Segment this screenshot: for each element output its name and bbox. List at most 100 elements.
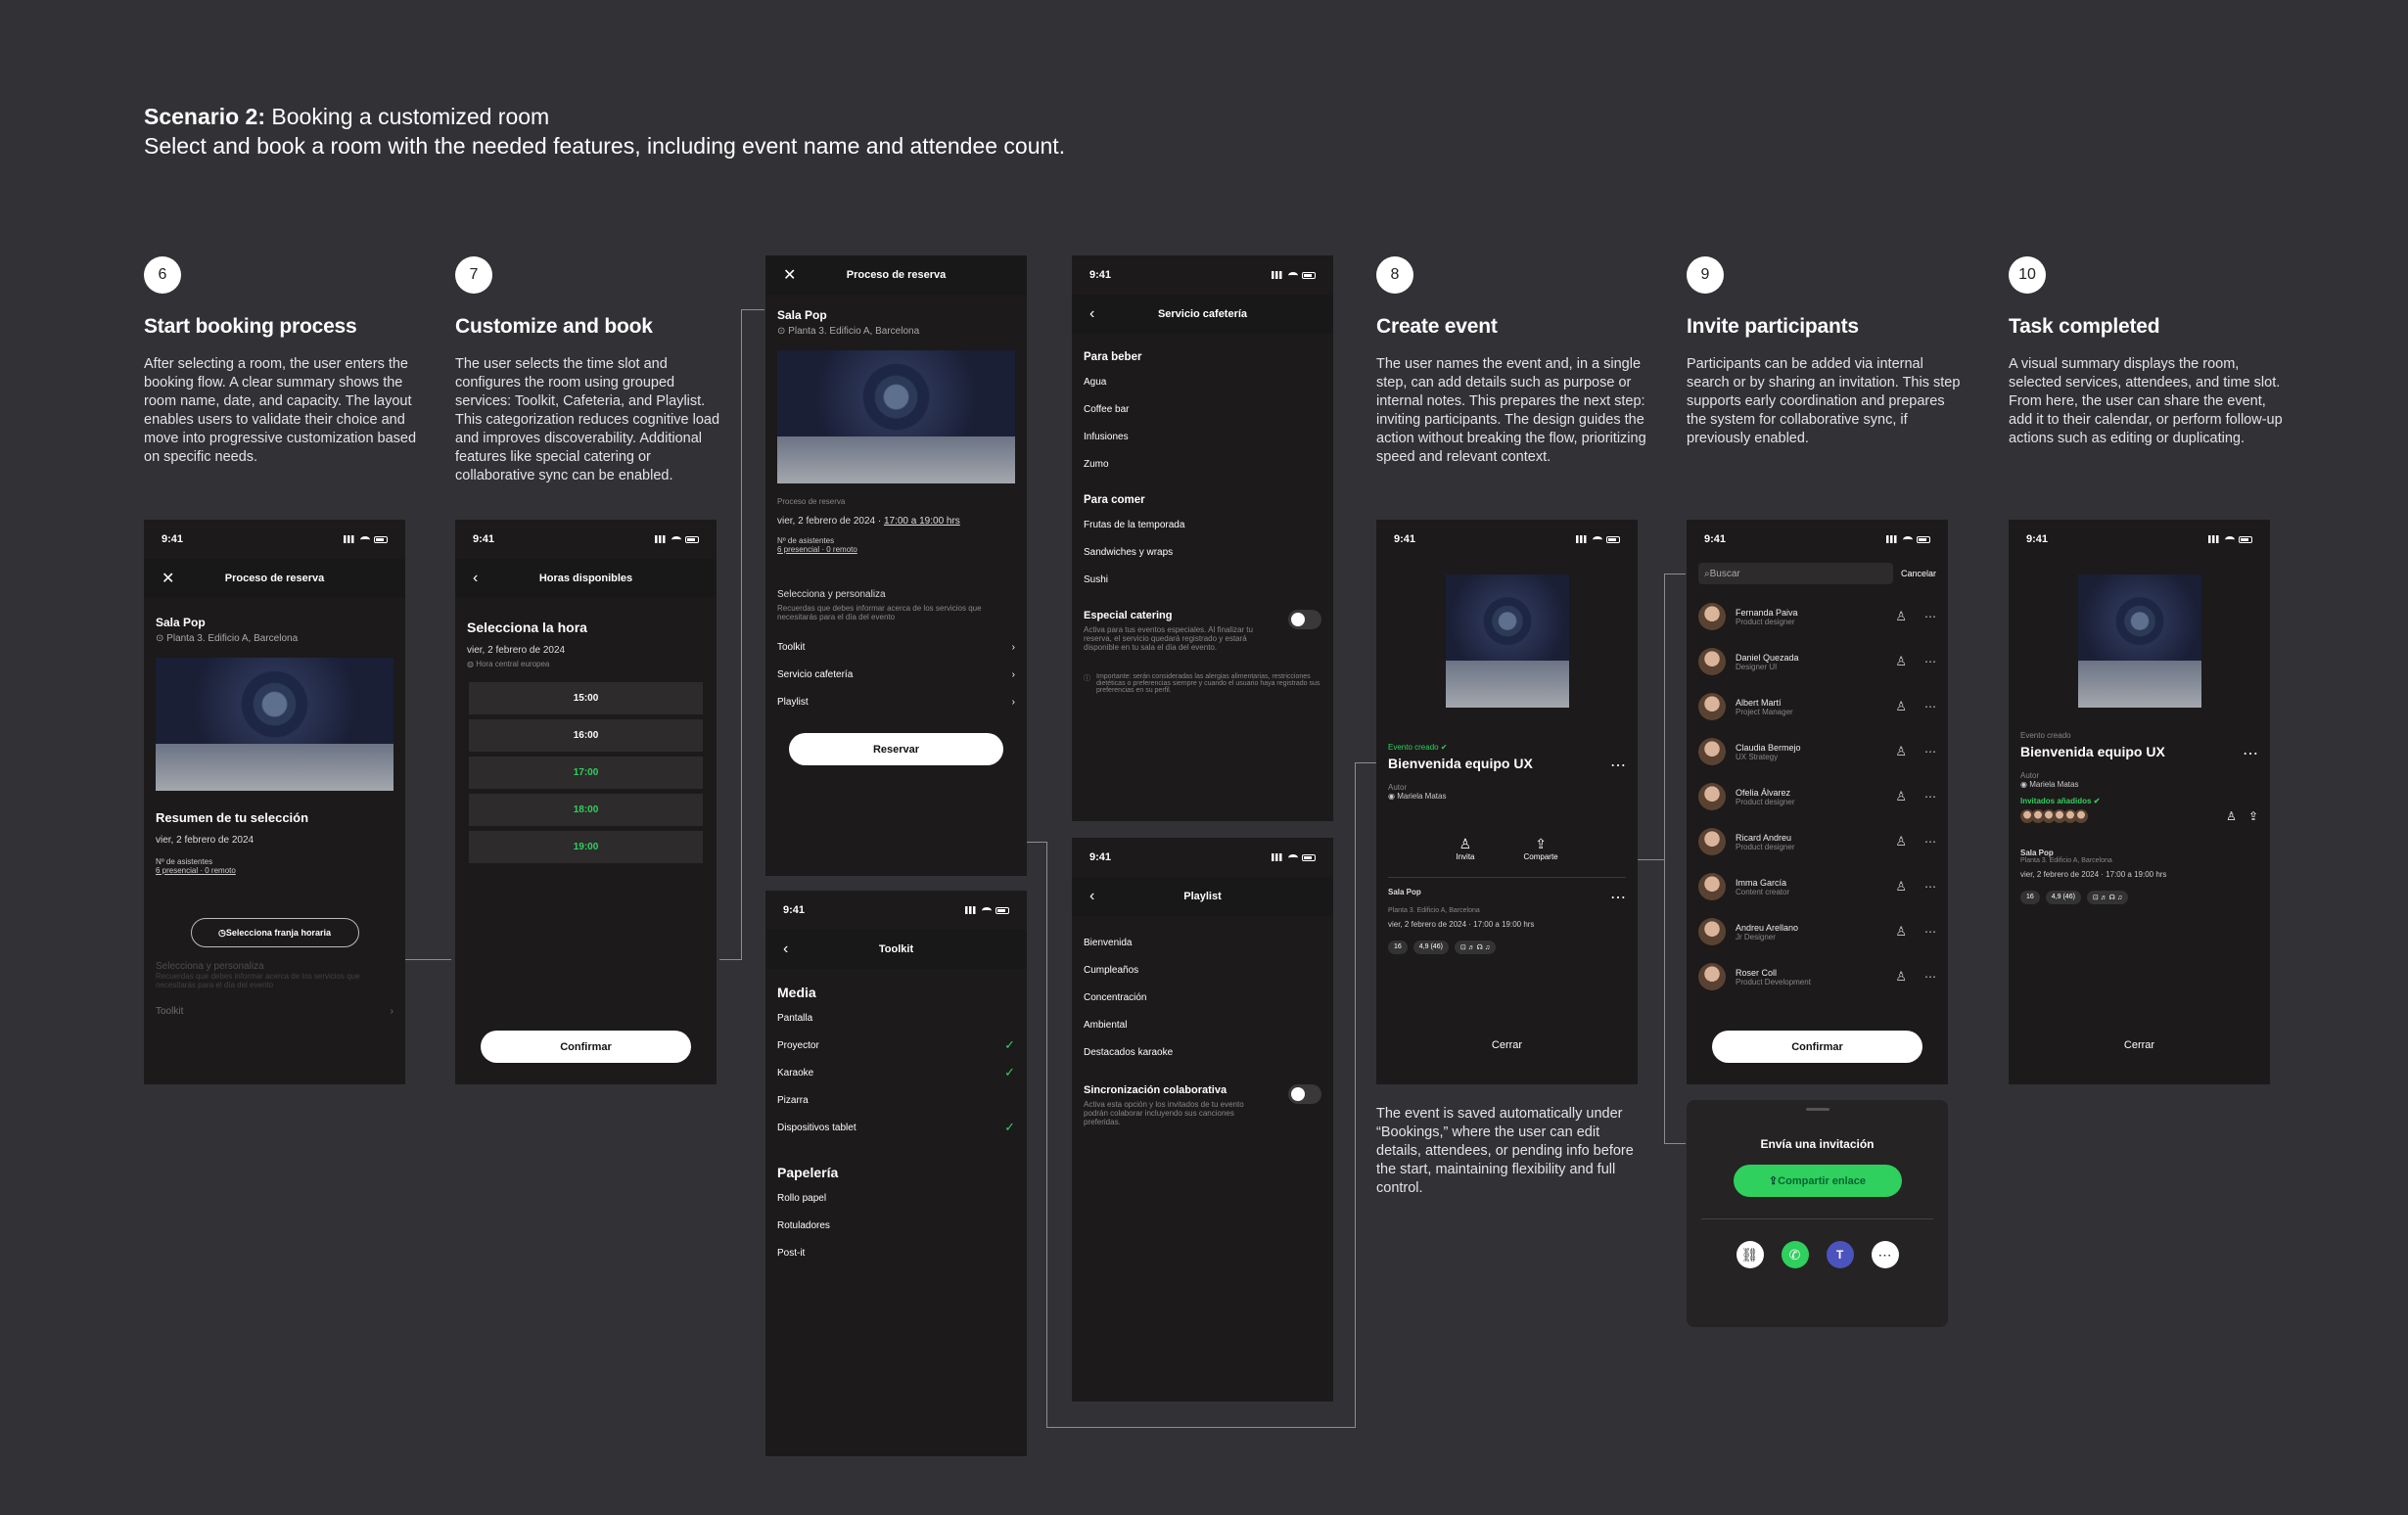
playlist-item[interactable]: Cumpleaños [1084,957,1321,985]
participant-row[interactable]: Ofelia Álvarez Product designer ♙ ⋯ [1698,774,1936,819]
participant-row[interactable]: Claudia Bermejo UX Strategy ♙ ⋯ [1698,729,1936,774]
customize-title: Selecciona y personaliza [777,589,886,600]
media-item[interactable]: Proyector ✓ [777,1032,1015,1059]
add-user-icon[interactable]: ♙ [1895,654,1907,669]
chevron-right-icon: › [1011,668,1015,680]
back-chevron-icon[interactable]: ‹ [1089,888,1094,905]
food-item[interactable]: Sushi [1084,567,1321,594]
drink-item[interactable]: Coffee bar [1084,396,1321,424]
status-time: 9:41 [162,533,184,545]
participant-row[interactable]: Albert Martí Project Manager ♙ ⋯ [1698,684,1936,729]
time-slot-selected[interactable]: 18:00 [469,794,703,826]
service-item-toolkit[interactable]: Toolkit › [777,633,1015,661]
booking-time[interactable]: 17:00 a 19:00 hrs [884,516,960,527]
attendees-value[interactable]: 6 presencial · 0 remoto [777,545,1015,554]
playlist-item[interactable]: Ambiental [1084,1012,1321,1039]
location-pin-icon: ⊙ [777,326,789,337]
sync-toggle[interactable] [1288,1084,1321,1104]
search-input[interactable]: ⌕ Buscar [1698,563,1893,584]
more-icon[interactable]: ⋯ [1924,970,1936,984]
reserve-button[interactable]: Reservar [789,733,1003,765]
close-button[interactable]: Cerrar [1376,1039,1638,1051]
food-item[interactable]: Sandwiches y wraps [1084,539,1321,567]
time-slot[interactable]: 16:00 [469,719,703,752]
add-user-icon[interactable]: ♙ [1895,789,1907,804]
media-item[interactable]: Karaoke ✓ [777,1059,1015,1086]
playlist-item[interactable]: Destacados karaoke [1084,1039,1321,1067]
more-icon[interactable]: ⋯ [1924,925,1936,939]
add-user-icon[interactable]: ♙ [1895,609,1907,624]
media-item[interactable]: Pantalla [777,1004,1015,1032]
service-item-playlist[interactable]: Playlist › [777,688,1015,715]
more-icon[interactable]: ⋯ [1610,888,1626,907]
back-chevron-icon[interactable]: ‹ [1089,305,1094,323]
add-user-icon[interactable]: ♙ [1895,834,1907,849]
more-icon[interactable]: ⋯ [1924,610,1936,623]
whatsapp-icon[interactable]: ✆ [1781,1241,1809,1268]
media-item[interactable]: Pizarra [777,1086,1015,1114]
add-user-icon[interactable]: ♙ [1895,969,1907,985]
close-button[interactable]: Cerrar [2009,1039,2270,1051]
share-icon[interactable]: ⇪ [2248,809,2258,823]
nav-bar: ✕ Proceso de reserva [765,255,1027,295]
teams-icon[interactable]: T [1826,1241,1854,1268]
confirm-button[interactable]: Confirmar [481,1031,691,1063]
more-icon[interactable]: ⋯ [1924,790,1936,803]
more-icon[interactable]: ⋯ [1871,1241,1899,1268]
invite-action[interactable]: ♙ Invita [1456,836,1474,861]
paper-item[interactable]: Rotuladores [777,1212,1015,1239]
event-date: vier, 2 febrero de 2024 · 17:00 a 19:00 … [2020,870,2167,879]
time-slot-selected[interactable]: 17:00 [469,757,703,789]
more-icon[interactable]: ⋯ [2243,744,2258,763]
tag-capacity: 16 [1388,941,1408,954]
service-item-cafeteria[interactable]: Servicio cafetería › [777,661,1015,688]
food-item[interactable]: Frutas de la temporada [1084,512,1321,539]
drink-item[interactable]: Zumo [1084,451,1321,479]
more-icon[interactable]: ⋯ [1924,700,1936,713]
playlist-item[interactable]: Concentración [1084,985,1321,1012]
media-item[interactable]: Dispositivos tablet ✓ [777,1114,1015,1141]
link-icon[interactable]: ⛓ [1736,1241,1764,1268]
add-user-icon[interactable]: ♙ [1895,699,1907,714]
add-user-icon[interactable]: ♙ [1895,924,1907,940]
participant-row[interactable]: Daniel Quezada Designer UI ♙ ⋯ [1698,639,1936,684]
catering-toggle[interactable] [1288,610,1321,629]
room-name: Sala Pop [1388,888,1421,896]
drink-item[interactable]: Infusiones [1084,424,1321,451]
close-icon[interactable]: ✕ [783,265,796,285]
participant-row[interactable]: Ricard Andreu Product designer ♙ ⋯ [1698,819,1936,864]
paper-item[interactable]: Rollo papel [777,1184,1015,1212]
cancel-button[interactable]: Cancelar [1901,569,1936,578]
participant-row[interactable]: Roser Coll Product Development ♙ ⋯ [1698,954,1936,999]
sheet-handle[interactable] [1805,1108,1829,1111]
more-icon[interactable]: ⋯ [1924,880,1936,894]
time-slot[interactable]: 15:00 [469,682,703,714]
select-slot-button[interactable]: ◷ Selecciona franja horaria [190,918,359,947]
participant-row[interactable]: Fernanda Paiva Product designer ♙ ⋯ [1698,594,1936,639]
drink-item[interactable]: Agua [1084,369,1321,396]
time-slot-selected[interactable]: 19:00 [469,831,703,863]
back-chevron-icon[interactable]: ‹ [783,941,788,958]
more-icon[interactable]: ⋯ [1924,835,1936,849]
participant-row[interactable]: Imma García Content creator ♙ ⋯ [1698,864,1936,909]
more-icon[interactable]: ⋯ [1610,756,1626,775]
attendee-avatars[interactable] [2020,809,2088,823]
toolkit-item: Toolkit [156,1005,184,1017]
participant-row[interactable]: Andreu Arellano Jr Designer ♙ ⋯ [1698,909,1936,954]
step-7: 7 Customize and book The user selects th… [455,256,729,485]
more-icon[interactable]: ⋯ [1924,655,1936,668]
add-user-icon[interactable]: ♙ [1895,879,1907,895]
more-icon[interactable]: ⋯ [1924,745,1936,758]
add-user-icon[interactable]: ♙ [1895,744,1907,759]
back-chevron-icon[interactable]: ‹ [473,570,478,587]
add-user-icon[interactable]: ♙ [2226,809,2237,823]
media-label: Pizarra [777,1094,809,1106]
playlist-item[interactable]: Bienvenida [1084,930,1321,957]
share-action[interactable]: ⇪ Comparte [1524,836,1558,861]
paper-item[interactable]: Post-it [777,1239,1015,1266]
close-icon[interactable]: ✕ [162,569,174,588]
share-link-button[interactable]: ⇪ Compartir enlace [1733,1165,1902,1197]
summary-title: Resumen de tu selección [156,810,309,825]
confirm-button[interactable]: Confirmar [1712,1031,1922,1063]
attendees-value[interactable]: 6 presencial · 0 remoto [156,866,394,875]
